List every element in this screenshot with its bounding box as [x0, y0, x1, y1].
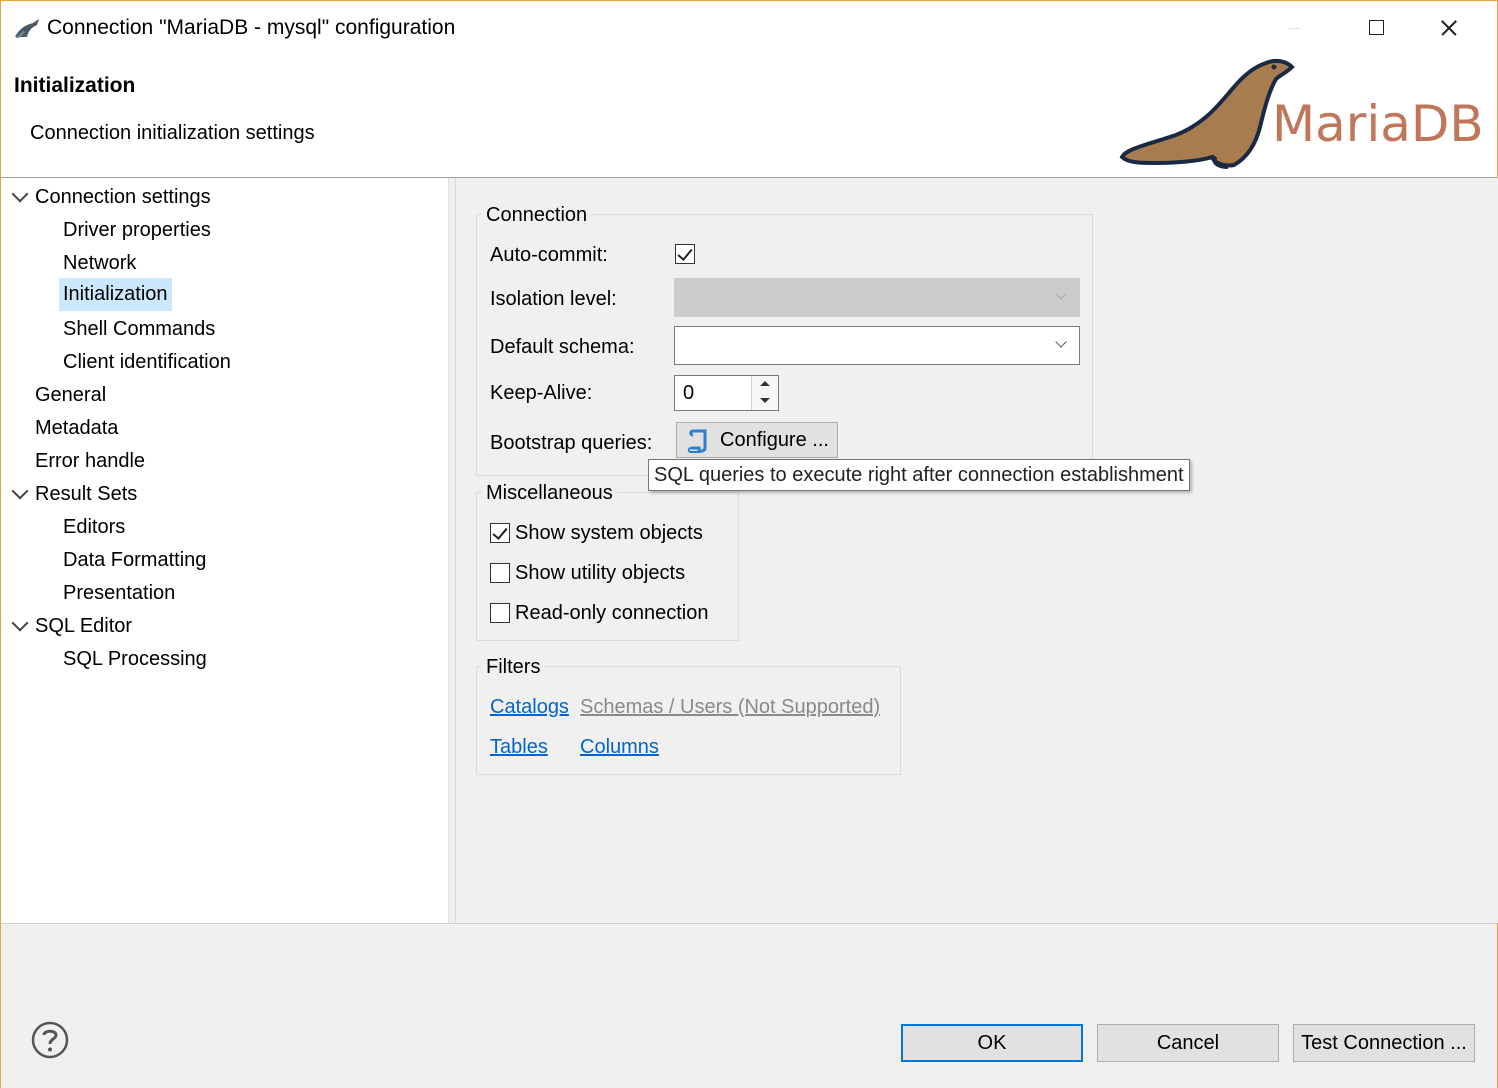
tree-item-metadata[interactable]: Metadata [31, 413, 122, 443]
show-utility-objects-checkbox[interactable] [490, 563, 510, 583]
keepalive-value: 0 [683, 382, 695, 404]
default-schema-label: Default schema: [490, 336, 635, 358]
tree-item-result-sets[interactable]: Result Sets [31, 479, 141, 509]
tree-item-client-identification[interactable]: Client identification [59, 347, 235, 377]
tree-item-sql-editor[interactable]: SQL Editor [31, 611, 136, 641]
tree-chevron-result-sets[interactable] [11, 482, 29, 500]
tree-chevron-connection-settings[interactable] [11, 185, 29, 203]
close-button[interactable] [1433, 9, 1479, 47]
cancel-button[interactable]: Cancel [1097, 1024, 1279, 1062]
help-icon[interactable] [31, 1021, 69, 1059]
autocommit-checkbox[interactable] [675, 244, 695, 264]
keepalive-spinner[interactable]: 0 [674, 375, 779, 411]
show-utility-objects-label[interactable]: Show utility objects [515, 559, 685, 587]
settings-tree: Connection settings Driver properties Ne… [1, 178, 448, 923]
page-subtitle: Connection initialization settings [30, 122, 315, 144]
spin-up-arrow-icon[interactable] [752, 376, 778, 394]
test-connection-button[interactable]: Test Connection ... [1293, 1024, 1475, 1062]
tree-item-general[interactable]: General [31, 380, 110, 410]
chevron-down-icon [1055, 288, 1067, 300]
configure-tooltip: SQL queries to execute right after conne… [648, 459, 1190, 491]
configure-bootstrap-button[interactable]: Configure ... [676, 422, 838, 458]
minimize-button[interactable] [1273, 9, 1319, 47]
page-title: Initialization [14, 74, 136, 97]
tree-item-error-handle[interactable]: Error handle [31, 446, 149, 476]
isolation-level-select[interactable] [674, 278, 1080, 317]
filters-group-title: Filters [482, 654, 545, 680]
catalogs-link[interactable]: Catalogs [490, 693, 569, 721]
tree-item-sql-processing[interactable]: SQL Processing [59, 644, 211, 674]
keepalive-label: Keep-Alive: [490, 382, 593, 404]
show-system-objects-checkbox[interactable] [490, 523, 510, 543]
script-icon [687, 429, 707, 453]
tree-scrollbar[interactable] [448, 178, 455, 923]
tree-item-shell-commands[interactable]: Shell Commands [59, 314, 219, 344]
tree-item-editors[interactable]: Editors [59, 512, 129, 542]
bootstrap-queries-label: Bootstrap queries: [490, 432, 653, 454]
svg-text:MariaDB: MariaDB [1272, 95, 1484, 153]
content-pane: Connection Auto-commit: Isolation level:… [455, 178, 1498, 923]
autocommit-label: Auto-commit: [490, 244, 608, 266]
mariadb-logo: MariaDB [1119, 58, 1484, 169]
columns-link[interactable]: Columns [580, 733, 659, 761]
dialog-window: Connection "MariaDB - mysql" configurati… [0, 0, 1498, 1088]
tree-item-data-formatting[interactable]: Data Formatting [59, 545, 210, 575]
maximize-button[interactable] [1353, 9, 1399, 47]
read-only-connection-checkbox[interactable] [490, 603, 510, 623]
default-schema-select[interactable] [674, 326, 1080, 365]
tree-item-initialization[interactable]: Initialization [59, 278, 172, 311]
tables-link[interactable]: Tables [490, 733, 548, 761]
configure-label: Configure ... [720, 429, 829, 451]
ok-button[interactable]: OK [901, 1024, 1083, 1062]
dbeaver-app-icon [15, 19, 39, 38]
tree-item-network[interactable]: Network [59, 248, 140, 278]
spin-down-arrow-icon[interactable] [752, 393, 778, 410]
chevron-down-icon [1055, 336, 1067, 348]
seal-icon [1119, 58, 1295, 168]
tree-chevron-sql-editor[interactable] [11, 614, 29, 632]
dialog-footer: OK Cancel Test Connection ... [1, 923, 1497, 1088]
show-system-objects-label[interactable]: Show system objects [515, 519, 703, 547]
tree-item-driver-properties[interactable]: Driver properties [59, 215, 215, 245]
tree-item-presentation[interactable]: Presentation [59, 578, 179, 608]
keepalive-spin-buttons [751, 376, 778, 410]
window-title: Connection "MariaDB - mysql" configurati… [47, 16, 456, 39]
schemas-users-link: Schemas / Users (Not Supported) [580, 696, 881, 718]
title-bar: Connection "MariaDB - mysql" configurati… [1, 1, 1497, 57]
connection-group-title: Connection [482, 202, 592, 228]
read-only-connection-label[interactable]: Read-only connection [515, 599, 708, 627]
isolation-level-label: Isolation level: [490, 288, 617, 310]
miscellaneous-group-title: Miscellaneous [482, 480, 617, 506]
tree-item-connection-settings[interactable]: Connection settings [31, 182, 215, 212]
